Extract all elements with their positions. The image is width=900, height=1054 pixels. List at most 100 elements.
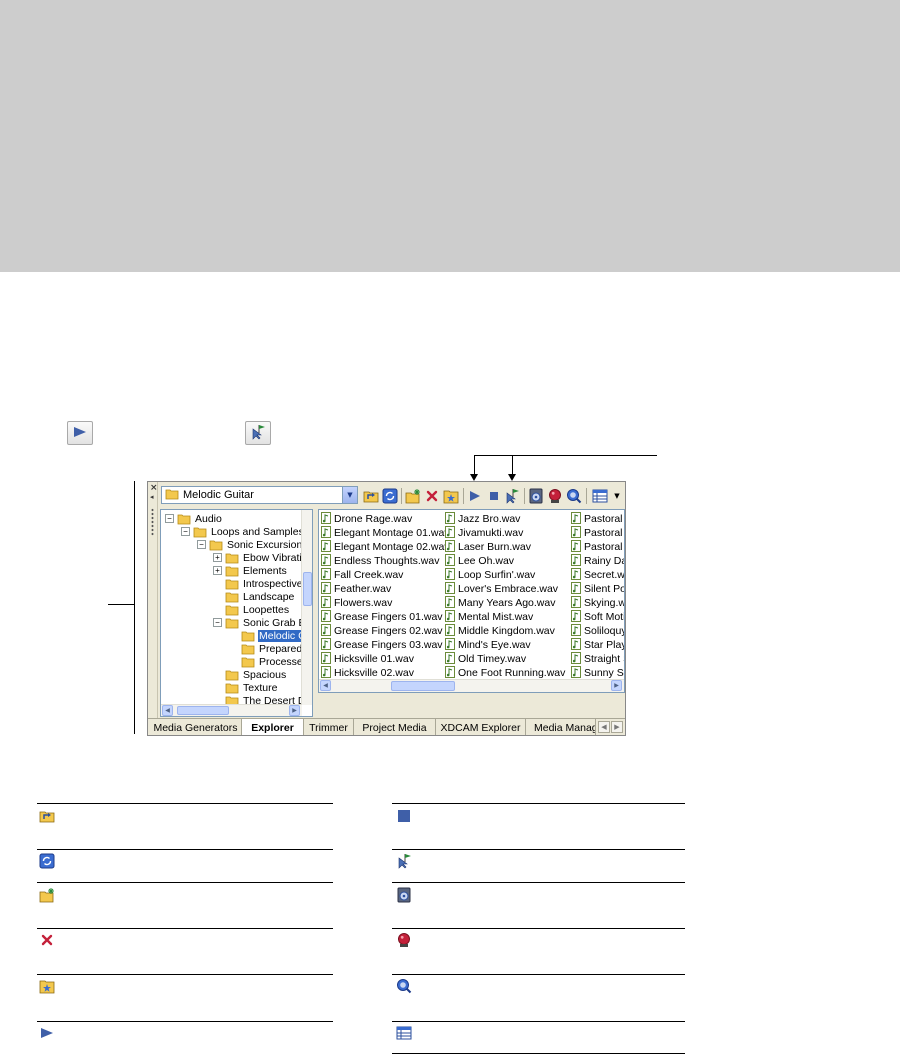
tab-project-media[interactable]: Project Media — [354, 719, 436, 735]
start-preview-icon[interactable] — [467, 488, 483, 504]
tree-node[interactable]: Introspective — [225, 577, 304, 590]
path-dropdown[interactable]: Melodic Guitar ▼ — [161, 486, 358, 504]
bracket-pointer — [108, 604, 135, 605]
tree-node[interactable]: Processed — [241, 655, 310, 668]
tree-node[interactable]: − Sonic Grab Bag — [213, 616, 312, 629]
file-list-item[interactable]: Jivamukti.wav — [445, 525, 523, 540]
tree-node[interactable]: − Loops and Samples — [181, 525, 305, 538]
file-list-item[interactable]: Mind's Eye.wav — [445, 637, 531, 652]
scroll-thumb[interactable] — [391, 681, 455, 691]
window-docking-grip[interactable]: × ◂ — [148, 482, 158, 718]
views-dropdown-arrow-icon[interactable]: ▼ — [609, 488, 625, 504]
tree-node[interactable]: + Elements — [213, 564, 288, 577]
tab-explorer[interactable]: Explorer — [242, 719, 304, 735]
refresh-icon[interactable] — [382, 488, 398, 504]
expand-icon[interactable]: + — [213, 553, 222, 562]
expand-icon[interactable]: + — [213, 566, 222, 575]
capture-icon[interactable] — [547, 488, 563, 504]
tab-media-manager[interactable]: Media Manage — [526, 719, 596, 735]
tab-scroll-right-icon[interactable]: ▶ — [611, 721, 623, 733]
file-list-item[interactable]: Straight S — [571, 651, 624, 666]
file-list-item[interactable]: Feather.wav — [321, 581, 391, 596]
file-list-item[interactable]: Silent Po — [571, 581, 624, 596]
collapse-icon[interactable]: − — [213, 618, 222, 627]
scroll-right-icon[interactable]: ▶ — [289, 705, 300, 716]
get-media-icon[interactable] — [528, 488, 544, 504]
audio-file-icon — [445, 539, 455, 555]
file-name: Pastoral I — [584, 527, 625, 539]
tree-node[interactable]: − Audio — [165, 512, 223, 525]
chevron-down-icon[interactable]: ▼ — [342, 487, 357, 503]
search-icon[interactable] — [566, 488, 582, 504]
scroll-left-icon[interactable]: ◀ — [162, 705, 173, 716]
file-list-item[interactable]: Old Timey.wav — [445, 651, 526, 666]
tree-node[interactable]: Landscape — [225, 590, 295, 603]
new-folder-icon[interactable] — [405, 488, 421, 504]
up-one-level-icon[interactable] — [363, 488, 379, 504]
file-list-item[interactable]: Sunny Sic — [571, 665, 624, 680]
auto-preview-icon[interactable] — [504, 488, 520, 504]
file-name: Flowers.wav — [334, 597, 393, 609]
scroll-thumb[interactable] — [303, 572, 312, 606]
file-list-item[interactable]: Middle Kingdom.wav — [445, 623, 555, 638]
delete-icon[interactable] — [424, 488, 440, 504]
file-list-item[interactable]: Elegant Montage 02.wav — [321, 539, 450, 554]
collapse-icon[interactable]: − — [165, 514, 174, 523]
tree-horizontal-scrollbar[interactable]: ◀ ▶ — [161, 704, 302, 716]
file-list-item[interactable]: Loop Surfin'.wav — [445, 567, 535, 582]
file-list-item[interactable]: Elegant Montage 01.wav — [321, 525, 450, 540]
file-list-item[interactable]: Lee Oh.wav — [445, 553, 514, 568]
collapse-icon[interactable]: − — [181, 527, 190, 536]
tree-node[interactable]: Loopettes — [225, 603, 290, 616]
file-list-item[interactable]: Skying.w — [571, 595, 624, 610]
scroll-thumb[interactable] — [177, 706, 229, 715]
collapse-icon[interactable]: − — [197, 540, 206, 549]
tree-node[interactable]: + Ebow Vibration — [213, 551, 312, 564]
tree-vertical-scrollbar[interactable] — [301, 510, 312, 705]
file-list-item[interactable]: Jazz Bro.wav — [445, 511, 520, 527]
file-list-item[interactable]: Flowers.wav — [321, 595, 393, 610]
scroll-left-icon[interactable]: ◀ — [320, 680, 331, 691]
file-list-item[interactable]: Laser Burn.wav — [445, 539, 531, 555]
file-list-item[interactable]: Grease Fingers 01.wav — [321, 609, 443, 624]
file-list-item[interactable]: Lover's Embrace.wav — [445, 581, 558, 596]
folder-tree[interactable]: − Audio − Loops and Samples − Sonic Excursi… — [160, 509, 313, 717]
tree-node[interactable]: Spacious — [225, 668, 287, 681]
tab-media-generators[interactable]: Media Generators — [150, 719, 242, 735]
tree-node[interactable]: Texture — [225, 681, 278, 694]
file-list-item[interactable]: Star Play — [571, 637, 624, 652]
pin-icon[interactable]: ◂ — [150, 493, 154, 501]
tab-xdcam-explorer[interactable]: XDCAM Explorer — [436, 719, 526, 735]
file-list-item[interactable]: Secret.w — [571, 567, 624, 582]
audio-file-icon — [321, 567, 331, 583]
file-list-item[interactable]: Pastoral I — [571, 539, 624, 554]
file-list-item[interactable]: Soliloquy — [571, 623, 624, 638]
tab-scroll-left-icon[interactable]: ◀ — [598, 721, 610, 733]
scroll-right-icon[interactable]: ▶ — [611, 680, 622, 691]
close-icon[interactable]: × — [150, 483, 158, 493]
file-list-item[interactable]: Drone Rage.wav — [321, 511, 412, 526]
tree-node[interactable]: − Sonic Excursions fo — [197, 538, 312, 551]
tab-trimmer[interactable]: Trimmer — [304, 719, 354, 735]
file-list-item[interactable]: Rainy Day — [571, 553, 624, 568]
views-icon[interactable] — [592, 488, 608, 504]
file-list-item[interactable]: Endless Thoughts.wav — [321, 553, 439, 568]
file-list-item[interactable]: Hicksville 02.wav — [321, 665, 414, 680]
file-list-item[interactable]: Hicksville 01.wav — [321, 651, 414, 666]
audio-file-icon — [445, 511, 455, 527]
file-list-item[interactable]: Grease Fingers 02.wav — [321, 623, 443, 638]
grip-dots[interactable] — [151, 508, 154, 536]
file-list-item[interactable]: Pastoral I — [571, 511, 624, 526]
tree-node-label: Landscape — [243, 590, 295, 603]
file-horizontal-scrollbar[interactable]: ◀ ▶ — [319, 679, 624, 692]
stop-preview-icon[interactable] — [486, 488, 502, 504]
file-list-item[interactable]: Soft Moti — [571, 609, 624, 624]
file-list-item[interactable]: Grease Fingers 03.wav — [321, 637, 443, 652]
add-to-favorites-icon[interactable] — [443, 488, 459, 504]
file-list-item[interactable]: One Foot Running.wav — [445, 665, 565, 680]
file-list-item[interactable]: Fall Creek.wav — [321, 567, 403, 583]
file-list-item[interactable]: Many Years Ago.wav — [445, 595, 555, 610]
file-list-item[interactable]: Mental Mist.wav — [445, 609, 533, 624]
file-list-item[interactable]: Pastoral I — [571, 525, 625, 540]
file-list[interactable]: Drone Rage.wav Elegant Montage 01.wav Eleg… — [318, 509, 625, 693]
